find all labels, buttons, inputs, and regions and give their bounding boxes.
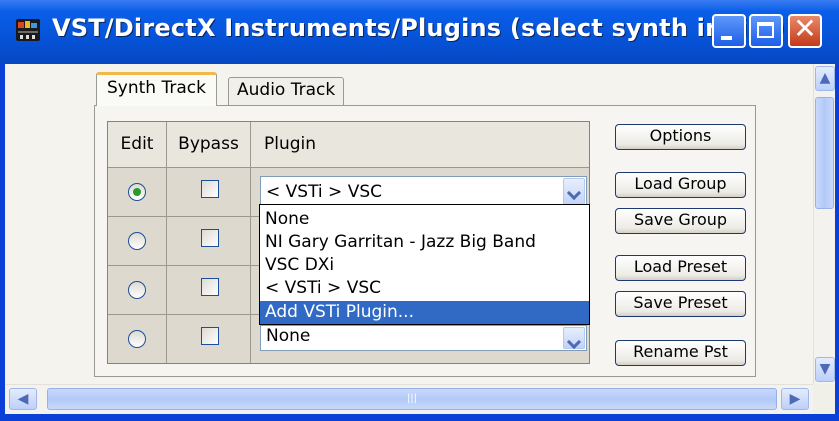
resize-grip-icon[interactable]: [813, 384, 835, 414]
save-preset-button[interactable]: Save Preset: [615, 291, 746, 317]
load-group-button[interactable]: Load Group: [615, 172, 746, 198]
dropdown-option-none[interactable]: None: [260, 208, 589, 231]
close-icon: ✕: [793, 12, 817, 45]
edit-radio-row-1[interactable]: [128, 183, 146, 201]
title-bar[interactable]: VST/DirectX Instruments/Plugins (select …: [0, 0, 839, 64]
column-header-plugin: Plugin: [251, 122, 589, 168]
dropdown-option-vsc-dxi[interactable]: VSC DXi: [260, 254, 589, 277]
grip-icon: |||: [406, 393, 418, 404]
chevron-down-icon[interactable]: [563, 178, 585, 206]
window-title: VST/DirectX Instruments/Plugins (select …: [52, 14, 786, 42]
column-header-edit: Edit: [108, 122, 167, 168]
plugin-select-row-4[interactable]: None: [260, 325, 587, 351]
chevron-down-icon[interactable]: [563, 327, 585, 349]
dropdown-option-add-vsti-plugin[interactable]: Add VSTi Plugin...: [260, 301, 589, 324]
minimize-button[interactable]: [712, 14, 746, 48]
options-button[interactable]: Options: [615, 124, 746, 150]
dropdown-option-jazz-big-band[interactable]: NI Gary Garritan - Jazz Big Band: [260, 231, 589, 254]
chevron-up-icon: ▲: [819, 70, 831, 86]
scroll-up-button[interactable]: ▲: [815, 66, 835, 91]
tab-synth-track[interactable]: Synth Track: [96, 72, 217, 106]
dropdown-option-vsti-vsc[interactable]: < VSTi > VSC: [260, 277, 589, 300]
edit-radio-row-2[interactable]: [128, 232, 146, 250]
plugin-dropdown-list[interactable]: None NI Gary Garritan - Jazz Big Band VS…: [259, 204, 590, 325]
horizontal-scrollbar[interactable]: ◀ ||| ▶: [5, 384, 813, 414]
chevron-down-icon: ▼: [819, 361, 831, 377]
scroll-right-button[interactable]: ▶: [781, 388, 809, 410]
horizontal-scroll-thumb[interactable]: |||: [47, 388, 777, 410]
tab-audio-track[interactable]: Audio Track: [228, 77, 344, 106]
edit-radio-row-4[interactable]: [128, 330, 146, 348]
column-header-bypass: Bypass: [167, 122, 251, 168]
vertical-scroll-thumb[interactable]: [815, 97, 834, 209]
close-button[interactable]: ✕: [788, 12, 822, 48]
plugin-select-value: None: [266, 326, 311, 346]
chevron-left-icon: ◀: [17, 391, 29, 407]
plugin-select-value: < VSTi > VSC: [266, 182, 382, 202]
scroll-left-button[interactable]: ◀: [9, 388, 37, 410]
bypass-checkbox-row-4[interactable]: [201, 327, 219, 345]
bypass-checkbox-row-2[interactable]: [201, 229, 219, 247]
chevron-right-icon: ▶: [789, 391, 801, 407]
maximize-button[interactable]: [749, 14, 783, 48]
vertical-scrollbar[interactable]: ▲ ▼: [813, 64, 835, 384]
rename-preset-button[interactable]: Rename Pst: [615, 340, 746, 366]
bypass-checkbox-row-3[interactable]: [201, 278, 219, 296]
bypass-checkbox-row-1[interactable]: [201, 180, 219, 198]
save-group-button[interactable]: Save Group: [615, 208, 746, 234]
app-icon[interactable]: [16, 19, 40, 41]
plugin-window: VST/DirectX Instruments/Plugins (select …: [0, 0, 839, 421]
edit-radio-row-3[interactable]: [128, 281, 146, 299]
load-preset-button[interactable]: Load Preset: [615, 255, 746, 281]
scroll-down-button[interactable]: ▼: [815, 357, 835, 382]
